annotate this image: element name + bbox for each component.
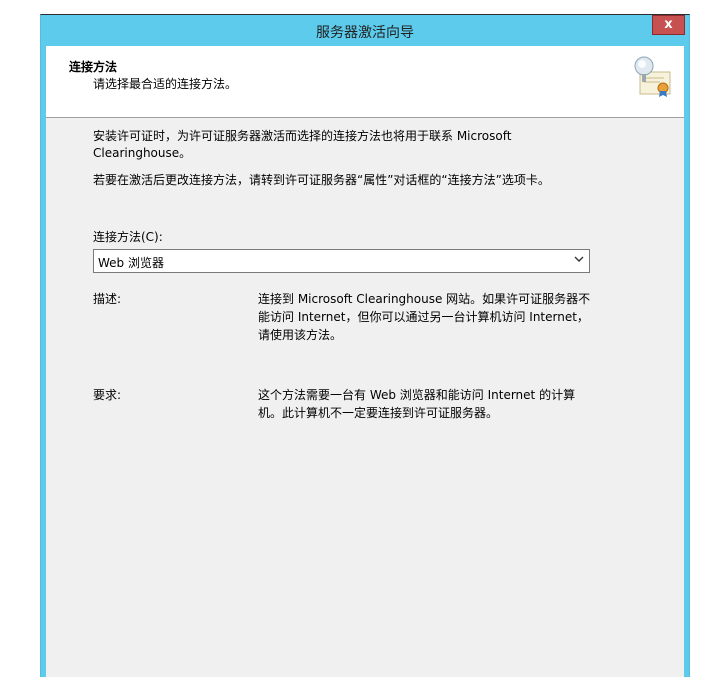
connection-method-value: Web 浏览器: [98, 256, 164, 270]
window-title: 服务器激活向导: [316, 25, 414, 41]
change-method-hint: 若要在激活后更改连接方法，请转到许可证服务器“属性”对话框的“连接方法”选项卡。: [93, 173, 550, 187]
close-button[interactable]: x: [652, 15, 685, 35]
connection-method-select[interactable]: Web 浏览器: [93, 249, 590, 273]
requirement-text: 这个方法需要一台有 Web 浏览器和能访问 Internet 的计算机。此计算机…: [258, 388, 576, 420]
chevron-down-icon: [574, 256, 584, 262]
page-title: 连接方法: [69, 60, 118, 74]
page-subtitle: 请选择最合适的连接方法。: [93, 77, 238, 91]
description-text: 连接到 Microsoft Clearinghouse 网站。如果许可证服务器不…: [258, 292, 591, 342]
wizard-header: 连接方法 请选择最合适的连接方法。: [46, 46, 684, 118]
connection-method-label: 连接方法(C):: [93, 230, 163, 244]
requirement-label: 要求:: [93, 388, 122, 402]
description-label: 描述:: [93, 292, 122, 306]
connection-info-text: 安装许可证时，为许可证服务器激活而选择的连接方法也将用于联系 Microsoft…: [93, 129, 512, 160]
title-bar[interactable]: 服务器激活向导 x: [41, 15, 689, 46]
window-frame-right: [684, 46, 689, 677]
license-server-certificate-icon: [634, 56, 671, 97]
window-frame-left: [41, 46, 46, 677]
wizard-window: 服务器激活向导 x 连接方法 请选择最合适的连接方法。 安装许可证时，为许可证服…: [40, 14, 690, 677]
